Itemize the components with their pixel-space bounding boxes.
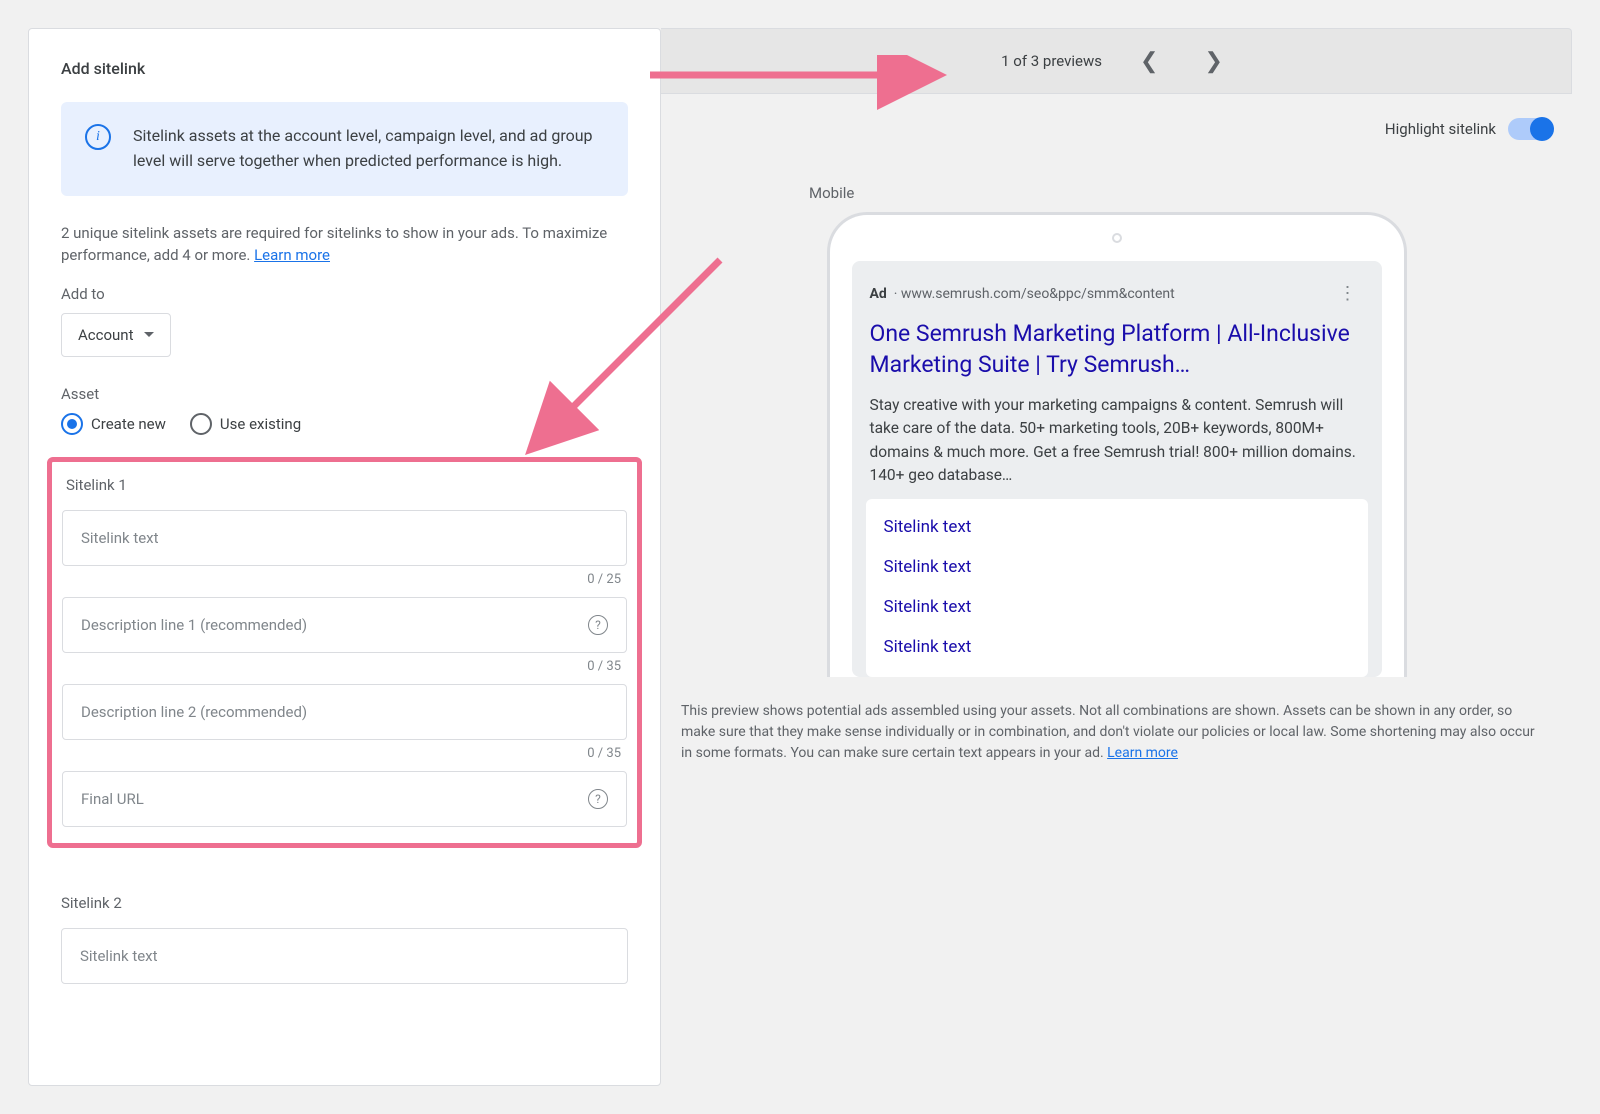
radio-create-label: Create new <box>91 415 166 433</box>
sitelink1-highlight: Sitelink 1 Sitelink text 0 / 25 Descript… <box>47 457 642 848</box>
toggle-knob-icon <box>1530 117 1554 141</box>
chevron-left-icon[interactable]: ❮ <box>1132 44 1166 78</box>
ad-url-line: Ad · www.semrush.com/seo&ppc/smm&content <box>870 286 1175 302</box>
sitelink-text-input[interactable]: Sitelink text <box>62 510 627 566</box>
description1-counter: 0 / 35 <box>62 659 621 674</box>
sitelink2-title: Sitelink 2 <box>61 894 628 912</box>
sitelink-text-placeholder: Sitelink text <box>81 529 159 547</box>
page-title: Add sitelink <box>61 59 628 78</box>
final-url-input[interactable]: Final URL ? <box>62 771 627 827</box>
ad-badge: Ad <box>870 286 887 302</box>
preview-disclaimer: This preview shows potential ads assembl… <box>661 677 1572 764</box>
description2-counter: 0 / 35 <box>62 746 621 761</box>
sitelink2-text-input[interactable]: Sitelink text <box>61 928 628 984</box>
previews-counter: 1 of 3 previews <box>1001 52 1102 70</box>
info-banner: i Sitelink assets at the account level, … <box>61 102 628 196</box>
radio-icon <box>61 413 83 435</box>
highlight-label: Highlight sitelink <box>1385 120 1496 138</box>
sitelink-preview-list: Sitelink text Sitelink text Sitelink tex… <box>866 499 1368 677</box>
ad-headline[interactable]: One Semrush Marketing Platform | All-Inc… <box>870 318 1364 380</box>
learn-more-link[interactable]: Learn more <box>1107 745 1178 761</box>
sitelink2-text-placeholder: Sitelink text <box>80 947 158 965</box>
kebab-menu-icon[interactable]: ⋮ <box>1333 281 1364 306</box>
help-icon[interactable]: ? <box>588 789 608 809</box>
ad-description: Stay creative with your marketing campai… <box>870 394 1364 487</box>
sitelink-form-panel: Add sitelink i Sitelink assets at the ac… <box>28 28 661 1086</box>
annotation-arrow-icon <box>640 55 960 115</box>
radio-use-existing[interactable]: Use existing <box>190 413 301 435</box>
description1-input[interactable]: Description line 1 (recommended) ? <box>62 597 627 653</box>
learn-more-link[interactable]: Learn more <box>254 246 330 264</box>
description1-placeholder: Description line 1 (recommended) <box>81 616 307 634</box>
sitelink-preview-item[interactable]: Sitelink text <box>866 627 1368 667</box>
highlight-sitelink-toggle[interactable] <box>1508 118 1552 140</box>
phone-frame: Ad · www.semrush.com/seo&ppc/smm&content… <box>827 212 1407 677</box>
chevron-down-icon <box>144 332 154 337</box>
annotation-arrow-icon <box>510 250 730 510</box>
final-url-placeholder: Final URL <box>81 790 144 808</box>
info-icon: i <box>85 124 111 150</box>
radio-icon <box>190 413 212 435</box>
radio-existing-label: Use existing <box>220 415 301 433</box>
ad-preview-card: Ad · www.semrush.com/seo&ppc/smm&content… <box>852 261 1382 677</box>
ad-url: www.semrush.com/seo&ppc/smm&content <box>901 286 1175 302</box>
preview-panel: 1 of 3 previews ❮ ❯ Highlight sitelink M… <box>661 28 1572 1086</box>
radio-create-new[interactable]: Create new <box>61 413 166 435</box>
description2-placeholder: Description line 2 (recommended) <box>81 703 307 721</box>
add-to-value: Account <box>78 326 134 344</box>
help-icon[interactable]: ? <box>588 615 608 635</box>
mobile-label: Mobile <box>809 184 1572 202</box>
chevron-right-icon[interactable]: ❯ <box>1196 44 1230 78</box>
description2-input[interactable]: Description line 2 (recommended) <box>62 684 627 740</box>
sitelink-text-counter: 0 / 25 <box>62 572 621 587</box>
phone-camera-icon <box>1112 233 1122 243</box>
info-text: Sitelink assets at the account level, ca… <box>133 124 604 174</box>
sitelink-preview-item[interactable]: Sitelink text <box>866 547 1368 587</box>
sitelink-preview-item[interactable]: Sitelink text <box>866 587 1368 627</box>
sitelink-preview-item[interactable]: Sitelink text <box>866 507 1368 547</box>
add-to-dropdown[interactable]: Account <box>61 313 171 357</box>
